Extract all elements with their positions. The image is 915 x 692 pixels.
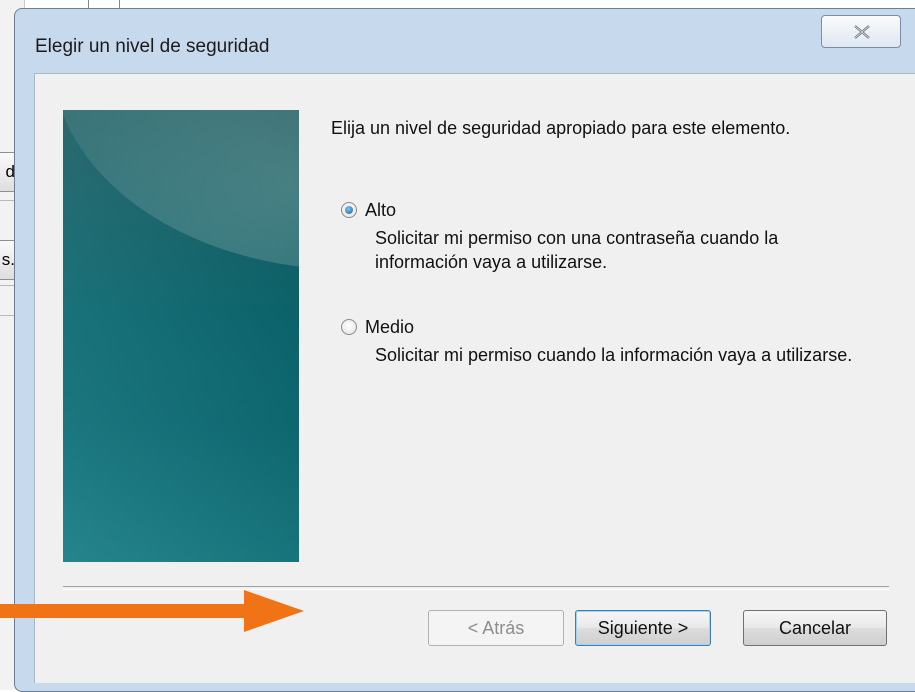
option-alto-label: Alto: [365, 200, 397, 220]
radio-alto[interactable]: [341, 202, 357, 218]
option-medio-label: Medio: [365, 317, 415, 337]
annotation-arrow-icon: [0, 590, 304, 632]
instruction-text: Elija un nivel de seguridad apropiado pa…: [331, 118, 791, 138]
option-medio-description: Solicitar mi permiso cuando la informaci…: [375, 345, 853, 365]
radio-medio[interactable]: [341, 319, 357, 335]
dialog-title: Elegir un nivel de seguridad: [35, 36, 270, 57]
option-alto-description: Solicitar mi permiso con una contraseña …: [375, 228, 779, 272]
close-x-icon: [854, 25, 870, 39]
wizard-banner-image: [63, 110, 299, 562]
back-button[interactable]: < Atrás: [428, 610, 564, 646]
next-button[interactable]: Siguiente >: [575, 610, 711, 646]
cancel-button[interactable]: Cancelar: [743, 610, 887, 646]
close-button[interactable]: [821, 15, 901, 48]
